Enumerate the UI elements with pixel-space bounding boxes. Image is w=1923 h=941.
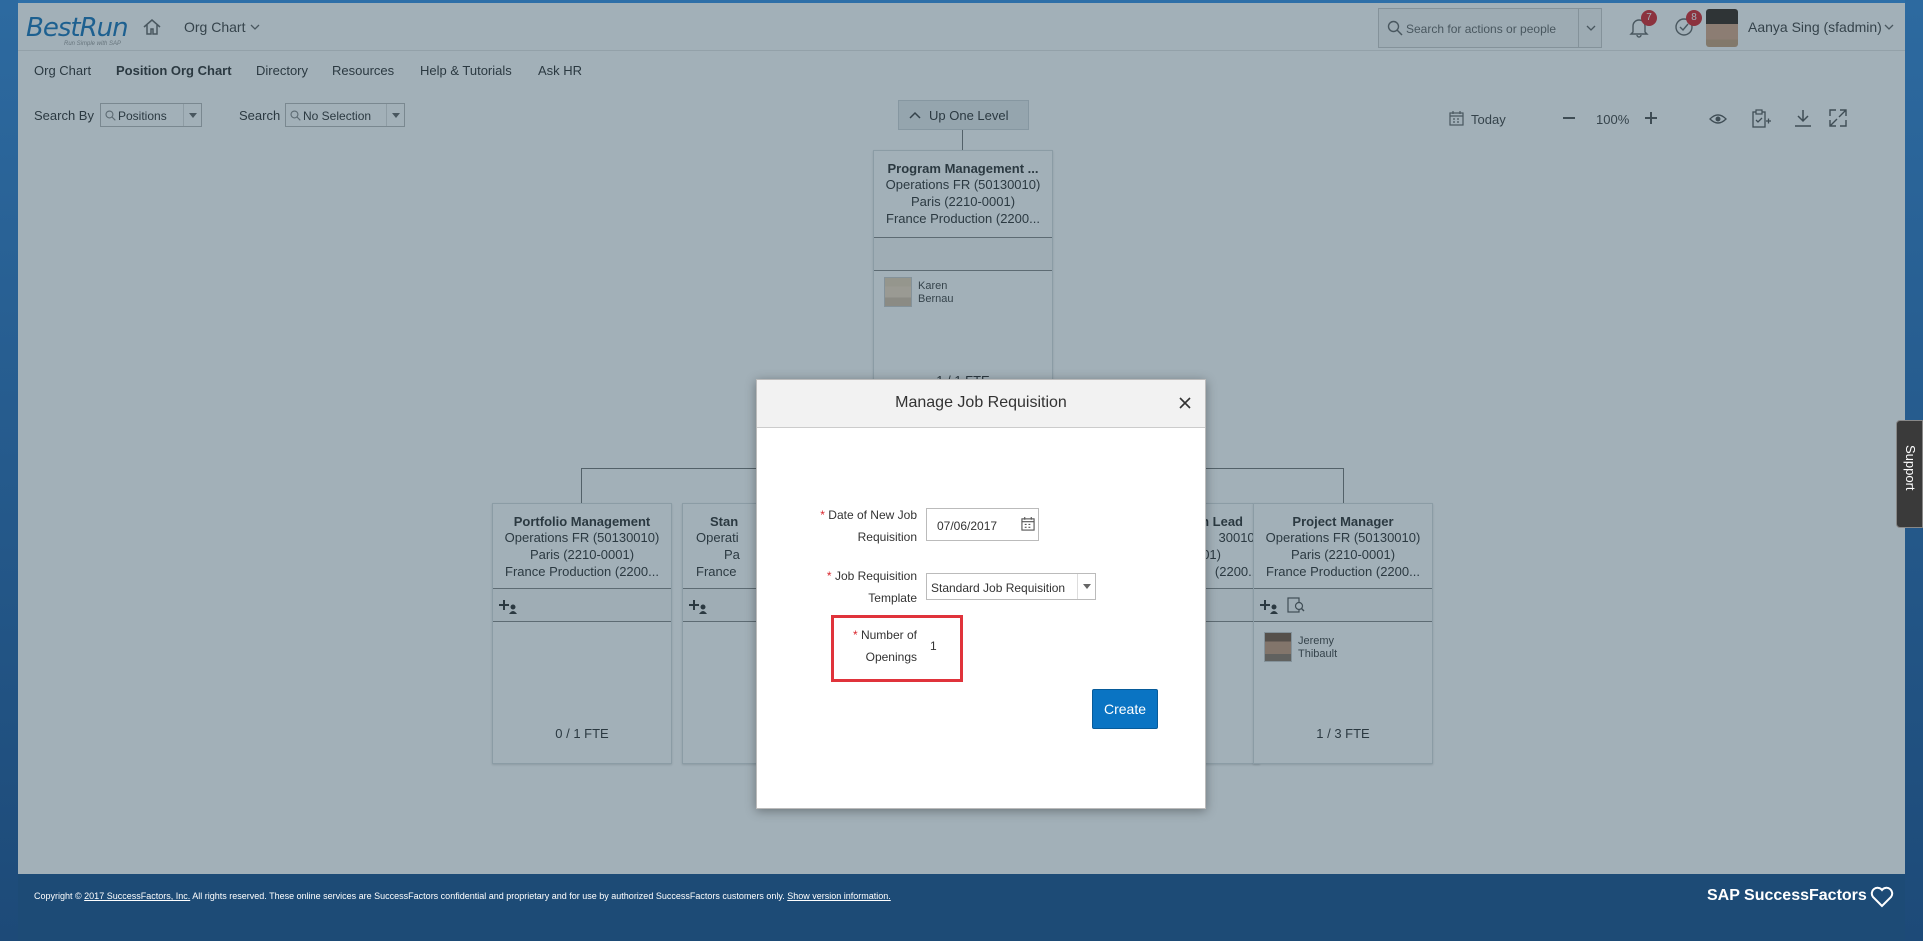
left-background-strip: [0, 0, 18, 941]
date-of-new-job-requisition-label: * Date of New Job Requisition: [820, 508, 917, 544]
date-of-new-job-requisition-input[interactable]: 07/06/2017: [926, 508, 1039, 541]
template-value: Standard Job Requisition: [931, 581, 1066, 595]
successfactors-link[interactable]: 2017 SuccessFactors, Inc.: [84, 891, 190, 901]
highlight-box: [831, 615, 963, 682]
support-tab[interactable]: Support: [1896, 420, 1923, 528]
dropdown-arrow-icon: [1077, 574, 1095, 599]
calendar-icon[interactable]: [1021, 517, 1035, 531]
copyright-text: Copyright © 2017 SuccessFactors, Inc. Al…: [34, 891, 891, 901]
manage-job-requisition-dialog: Manage Job Requisition * Date of New Job…: [756, 379, 1206, 809]
sap-successfactors-logo: SAP SuccessFactors: [1707, 887, 1867, 904]
create-button[interactable]: Create: [1092, 689, 1158, 729]
job-requisition-template-select[interactable]: Standard Job Requisition: [926, 573, 1096, 600]
close-icon[interactable]: [1177, 395, 1193, 411]
dialog-header: Manage Job Requisition: [757, 380, 1205, 428]
date-value: 07/06/2017: [937, 519, 998, 533]
heart-icon: [1870, 886, 1894, 908]
support-label: Support: [1903, 445, 1918, 491]
job-requisition-template-label: * Job Requisition Template: [826, 569, 917, 605]
show-version-link[interactable]: Show version information.: [787, 891, 891, 901]
app-window: BestRun Run Simple with SAP Org Chart Se…: [18, 3, 1905, 874]
page-footer: Copyright © 2017 SuccessFactors, Inc. Al…: [18, 874, 1905, 941]
dialog-title: Manage Job Requisition: [895, 394, 1067, 411]
